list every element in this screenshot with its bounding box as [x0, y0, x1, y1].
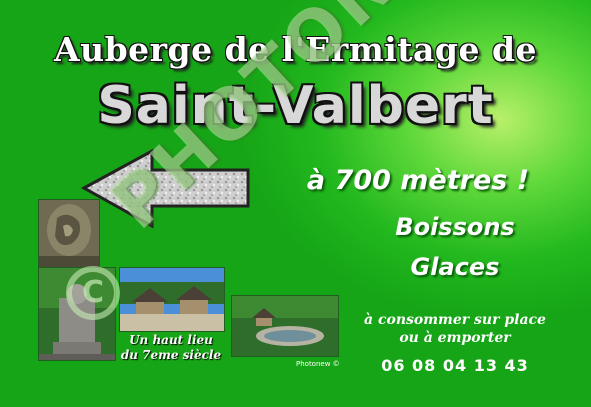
photo-garden-pool	[231, 295, 339, 357]
serve-line2: ou à emporter	[399, 330, 511, 346]
photo-credit: Photonew ©	[296, 360, 340, 368]
copyright-mark: C	[66, 266, 120, 320]
photo-caption-line2: du 7eme siècle	[120, 348, 222, 362]
phone-number: 06 08 04 13 43	[381, 356, 529, 375]
distance-text: à 700 mètres !	[306, 165, 530, 196]
serve-line1: à consommer sur place	[364, 312, 546, 328]
photo-caption-line1: Un haut lieu	[129, 333, 213, 347]
photo-chapel-huts	[119, 267, 225, 332]
drinks-text: Boissons	[395, 213, 515, 241]
icecream-text: Glaces	[410, 253, 500, 281]
photo-rock-carving	[38, 199, 100, 269]
